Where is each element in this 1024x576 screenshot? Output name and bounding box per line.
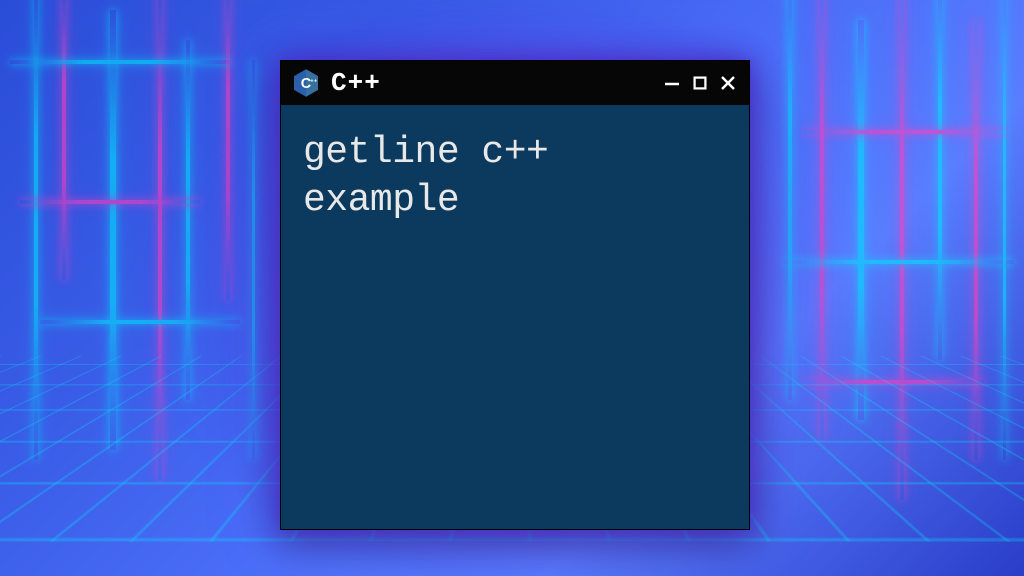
terminal-line-2: example bbox=[303, 177, 727, 225]
cpp-logo-icon: C + + bbox=[291, 68, 321, 98]
minimize-button[interactable] bbox=[661, 72, 683, 94]
terminal-window: C + + C++ getline c++ example bbox=[280, 60, 750, 530]
terminal-line-1: getline c++ bbox=[303, 129, 727, 177]
svg-text:+: + bbox=[314, 78, 317, 84]
close-button[interactable] bbox=[717, 72, 739, 94]
terminal-body: getline c++ example bbox=[281, 105, 749, 248]
window-title: C++ bbox=[331, 68, 651, 98]
svg-text:C: C bbox=[301, 76, 311, 92]
svg-text:+: + bbox=[310, 78, 313, 84]
window-controls bbox=[661, 72, 739, 94]
titlebar[interactable]: C + + C++ bbox=[281, 61, 749, 105]
maximize-button[interactable] bbox=[689, 72, 711, 94]
